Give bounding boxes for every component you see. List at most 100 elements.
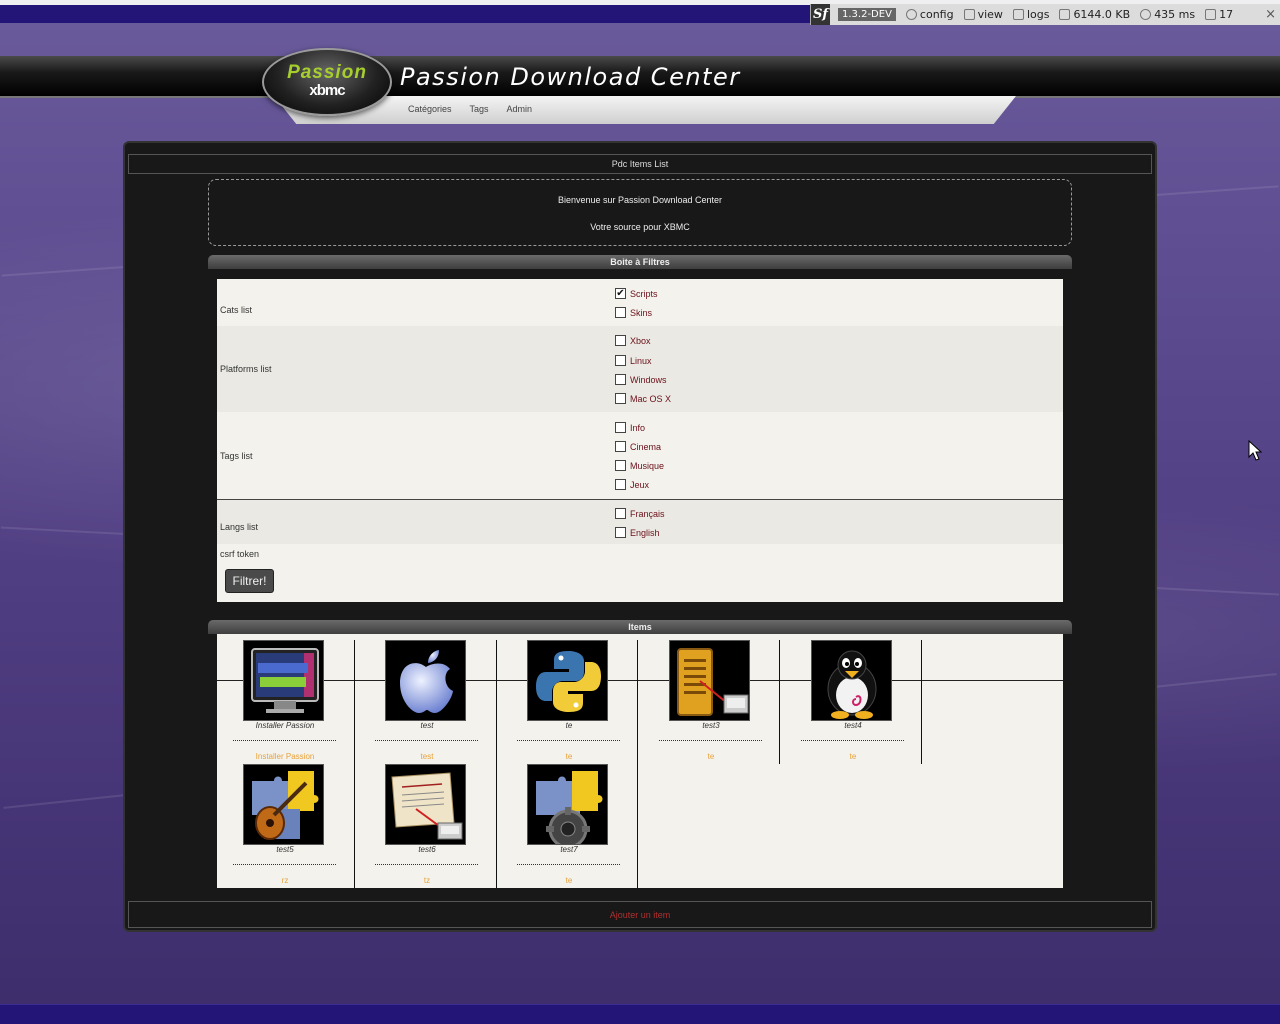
item-link[interactable]: tz: [357, 876, 497, 885]
item-card: test5 rz: [215, 758, 355, 885]
apple-icon[interactable]: [385, 640, 466, 721]
view-label: view: [977, 8, 1003, 21]
option-label: Français: [630, 509, 665, 519]
option-info[interactable]: Info: [615, 422, 645, 433]
welcome-line-1: Bienvenue sur Passion Download Center: [557, 195, 723, 205]
item-name: te: [565, 721, 573, 730]
option-musique[interactable]: Musique: [615, 460, 664, 471]
item-name: test7: [560, 845, 578, 854]
checkbox-xbox[interactable]: [615, 335, 626, 346]
checkbox-scripts[interactable]: ✔: [615, 288, 626, 299]
python-icon[interactable]: [527, 640, 608, 721]
view-button[interactable]: view: [963, 8, 1003, 21]
item-card: test4 te: [783, 634, 923, 761]
logo-text-xbmc: xbmc: [309, 82, 345, 99]
checkbox-macosx[interactable]: [615, 393, 626, 404]
langs-label: Langs list: [220, 522, 259, 532]
item-card: test6 tz: [357, 758, 497, 885]
document-icon: [963, 9, 975, 20]
divider: [517, 864, 620, 865]
cats-label: Cats list: [220, 305, 253, 315]
item-name: test4: [844, 721, 862, 730]
option-label: Xbox: [630, 336, 651, 346]
site-title: Passion Download Center: [400, 63, 741, 91]
checkbox-francais[interactable]: [615, 508, 626, 519]
logs-label: logs: [1026, 8, 1050, 21]
option-label: Cinema: [630, 442, 662, 452]
filter-submit-button[interactable]: Filtrer!: [225, 569, 274, 593]
item-name: test: [420, 721, 434, 730]
option-label: Musique: [630, 461, 665, 471]
nav-admin[interactable]: Admin: [507, 104, 533, 114]
debug-toolbar: Sf 1.3.2-DEV config view logs 6144.0 KB …: [810, 4, 1280, 25]
scroll-icon[interactable]: [385, 764, 466, 845]
clock-icon: [1140, 9, 1152, 20]
nav-tags[interactable]: Tags: [470, 104, 489, 114]
option-scripts[interactable]: ✔ Scripts: [615, 288, 658, 299]
nav-tab-background: [274, 96, 1016, 124]
footer-bar: Ajouter un item: [128, 901, 1152, 928]
close-icon[interactable]: ×: [1265, 7, 1276, 22]
installer-passion-icon[interactable]: [243, 640, 324, 721]
passion-xbmc-logo[interactable]: Passion xbmc: [262, 48, 392, 116]
item-name: Installer Passion: [255, 721, 315, 730]
tux-icon[interactable]: [811, 640, 892, 721]
checkbox-skins[interactable]: [615, 307, 626, 318]
item-link[interactable]: te: [641, 752, 781, 761]
main-nav: Catégories Tags Admin: [408, 104, 532, 114]
option-english[interactable]: English: [615, 527, 660, 538]
divider: [801, 740, 904, 741]
checkbox-linux[interactable]: [615, 355, 626, 366]
logs-button[interactable]: logs: [1012, 8, 1050, 21]
checkbox-cinema[interactable]: [615, 441, 626, 452]
gear-puzzle-icon[interactable]: [527, 764, 608, 845]
divider: [375, 864, 478, 865]
config-button[interactable]: config: [905, 8, 954, 21]
symfony-logo-icon[interactable]: Sf: [811, 4, 830, 25]
option-francais[interactable]: Français: [615, 508, 665, 519]
item-name: test5: [276, 845, 294, 854]
filter-box: Cats list ✔ Scripts Skins Platforms list …: [217, 279, 1063, 602]
item-card: Installer Passion Installer Passion: [215, 634, 355, 761]
checkbox-musique[interactable]: [615, 460, 626, 471]
checkbox-windows[interactable]: [615, 374, 626, 385]
filter-box-heading: Boite à Filtres: [208, 255, 1072, 269]
queries-button[interactable]: 17: [1205, 8, 1233, 21]
csrf-label: csrf token: [220, 549, 260, 559]
item-link[interactable]: rz: [215, 876, 355, 885]
option-macosx[interactable]: Mac OS X: [615, 393, 671, 404]
tags-label: Tags list: [220, 451, 253, 461]
gear-icon: [905, 9, 917, 20]
option-label: Info: [630, 423, 646, 433]
option-label: Skins: [630, 308, 653, 318]
checkbox-english[interactable]: [615, 527, 626, 538]
item-name: test3: [702, 721, 720, 730]
database-icon: [1205, 9, 1217, 20]
option-xbox[interactable]: Xbox: [615, 335, 651, 346]
welcome-box: Bienvenue sur Passion Download Center Vo…: [208, 179, 1072, 246]
add-item-link[interactable]: Ajouter un item: [610, 910, 671, 920]
divider: [659, 740, 762, 741]
checkbox-info[interactable]: [615, 422, 626, 433]
option-linux[interactable]: Linux: [615, 355, 652, 366]
nav-categories[interactable]: Catégories: [408, 104, 452, 114]
memory-icon: [1059, 9, 1071, 20]
checkbox-jeux[interactable]: [615, 479, 626, 490]
time-button[interactable]: 435 ms: [1140, 8, 1195, 21]
guitar-puzzle-icon[interactable]: [243, 764, 324, 845]
platforms-label: Platforms list: [220, 364, 272, 374]
version-badge: 1.3.2-DEV: [838, 8, 896, 21]
item-card: test test: [357, 634, 497, 761]
option-windows[interactable]: Windows: [615, 374, 667, 385]
memory-label: 6144.0 KB: [1073, 8, 1131, 21]
option-jeux[interactable]: Jeux: [615, 479, 649, 490]
option-cinema[interactable]: Cinema: [615, 441, 661, 452]
option-skins[interactable]: Skins: [615, 307, 652, 318]
item-link[interactable]: te: [499, 876, 639, 885]
queries-label: 17: [1219, 8, 1234, 21]
item-card: te te: [499, 634, 639, 761]
pencil-icon: [1012, 9, 1024, 20]
item-link[interactable]: te: [783, 752, 923, 761]
memory-button[interactable]: 6144.0 KB: [1059, 8, 1130, 21]
ticket-icon[interactable]: [669, 640, 750, 721]
